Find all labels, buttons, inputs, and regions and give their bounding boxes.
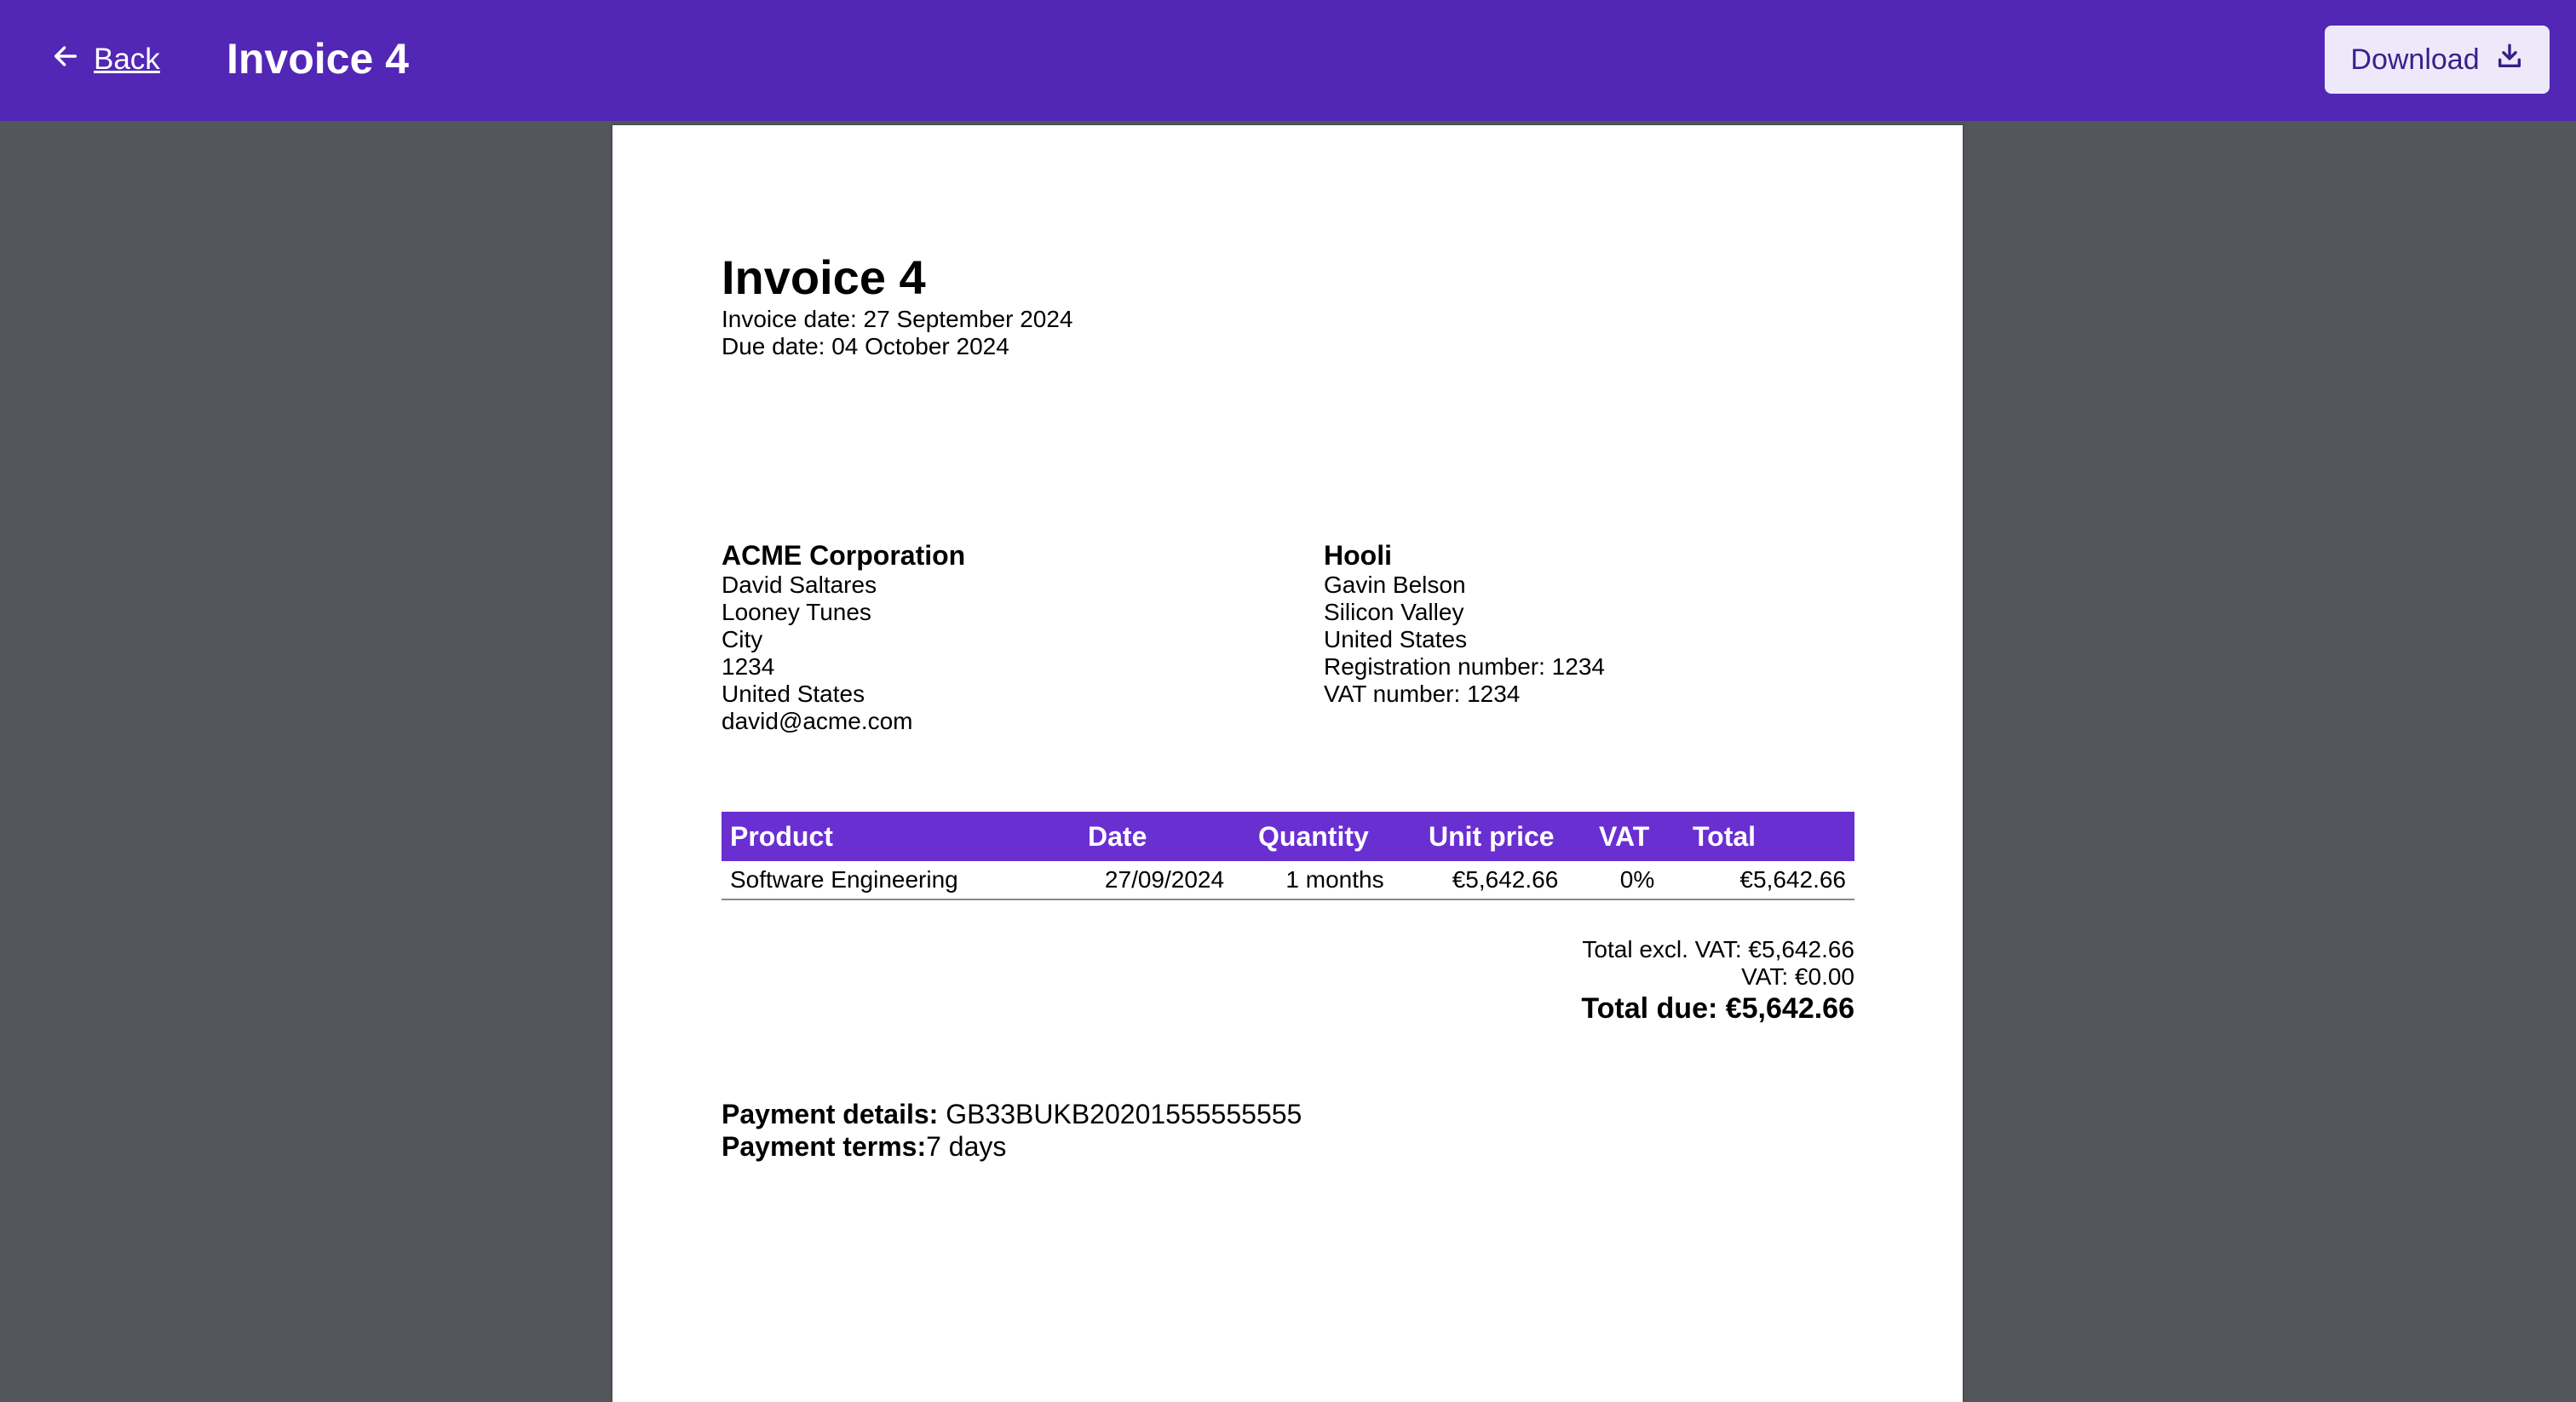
table-header-row: Product Date Quantity Unit price VAT Tot…	[722, 812, 1854, 861]
invoice-document: Invoice 4 Invoice date: 27 September 202…	[722, 250, 1854, 1162]
buyer-line: VAT number: 1234	[1324, 681, 1521, 707]
seller-line: Looney Tunes	[722, 599, 871, 625]
payment-terms-label: Payment terms:	[722, 1131, 927, 1162]
arrow-left-icon	[51, 42, 80, 78]
buyer-line: United States	[1324, 626, 1468, 652]
top-bar: Back Invoice 4 Download	[0, 0, 2576, 121]
invoice-date: Invoice date: 27 September 2024	[722, 306, 1073, 332]
col-header-quantity: Quantity	[1250, 812, 1420, 861]
payment-details-label: Payment details:	[722, 1099, 939, 1129]
back-label: Back	[94, 43, 160, 76]
totals-block: Total excl. VAT: €5,642.66 VAT: €0.00 To…	[722, 936, 1854, 1026]
seller-email: david@acme.com	[722, 708, 913, 734]
col-header-product: Product	[722, 812, 1079, 861]
seller-name: ACME Corporation	[722, 540, 966, 571]
download-icon	[2495, 42, 2524, 78]
due-date: Due date: 04 October 2024	[722, 333, 1009, 359]
payment-details-value: GB33BUKB20201555555555	[938, 1099, 1302, 1129]
invoice-title: Invoice 4	[722, 250, 926, 304]
buyer-line: Registration number: 1234	[1324, 653, 1605, 680]
cell-vat: 0%	[1590, 861, 1684, 900]
col-header-date: Date	[1079, 812, 1250, 861]
payment-details: Payment details: GB33BUKB20201555555555	[722, 1098, 1854, 1130]
cell-total: €5,642.66	[1684, 861, 1854, 900]
col-header-total: Total	[1684, 812, 1854, 861]
payment-terms: Payment terms:7 days	[722, 1130, 1854, 1163]
download-label: Download	[2350, 43, 2480, 76]
seller-line: City	[722, 626, 763, 652]
vat-total: VAT: €0.00	[1741, 963, 1854, 990]
payment-terms-value: 7 days	[926, 1131, 1007, 1162]
total-excl-vat: Total excl. VAT: €5,642.66	[1582, 936, 1854, 962]
seller-line: 1234	[722, 653, 775, 680]
payment-block: Payment details: GB33BUKB20201555555555 …	[722, 1098, 1854, 1163]
seller-line: United States	[722, 681, 865, 707]
buyer-name: Hooli	[1324, 540, 1392, 571]
total-due: Total due: €5,642.66	[1581, 992, 1854, 1025]
seller-block: ACME Corporation David Saltares Looney T…	[722, 539, 965, 735]
col-header-unit-price: Unit price	[1420, 812, 1590, 861]
col-header-vat: VAT	[1590, 812, 1684, 861]
cell-unit-price: €5,642.66	[1420, 861, 1590, 900]
cell-quantity: 1 months	[1250, 861, 1420, 900]
line-items-table: Product Date Quantity Unit price VAT Tot…	[722, 812, 1854, 900]
page-title: Invoice 4	[227, 35, 409, 83]
download-button[interactable]: Download	[2325, 26, 2550, 94]
invoice-page: Invoice 4 Invoice date: 27 September 202…	[612, 125, 1963, 1402]
seller-line: David Saltares	[722, 572, 877, 598]
buyer-line: Silicon Valley	[1324, 599, 1464, 625]
back-link[interactable]: Back	[51, 37, 160, 82]
table-row: Software Engineering 27/09/2024 1 months…	[722, 861, 1854, 900]
cell-product: Software Engineering	[722, 861, 1079, 900]
buyer-line: Gavin Belson	[1324, 572, 1466, 598]
buyer-block: Hooli Gavin Belson Silicon Valley United…	[1324, 539, 1605, 708]
cell-date: 27/09/2024	[1079, 861, 1250, 900]
